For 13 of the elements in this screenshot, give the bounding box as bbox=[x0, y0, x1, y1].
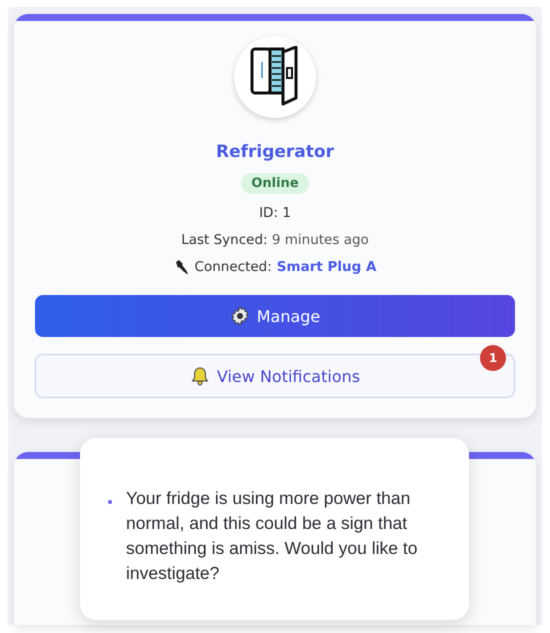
connected-label: Connected: bbox=[194, 259, 272, 275]
bell-icon bbox=[190, 366, 210, 386]
last-synced: Last Synced: 9 minutes ago bbox=[181, 232, 369, 248]
notification-count: 1 bbox=[480, 345, 506, 371]
device-id: ID: 1 bbox=[259, 205, 291, 221]
plug-icon bbox=[174, 259, 190, 275]
gear-icon bbox=[230, 306, 250, 326]
status-badge: Online bbox=[241, 173, 309, 194]
device-name: Refrigerator bbox=[216, 142, 334, 162]
notification-message: Your fridge is using more power than normal, and this could be a sign that something is amiss. Would you like to investigate? bbox=[126, 487, 418, 585]
bullet-icon bbox=[108, 500, 112, 504]
smart-plug-link[interactable]: Smart Plug A bbox=[276, 259, 376, 275]
manage-button[interactable]: Manage bbox=[35, 295, 515, 337]
